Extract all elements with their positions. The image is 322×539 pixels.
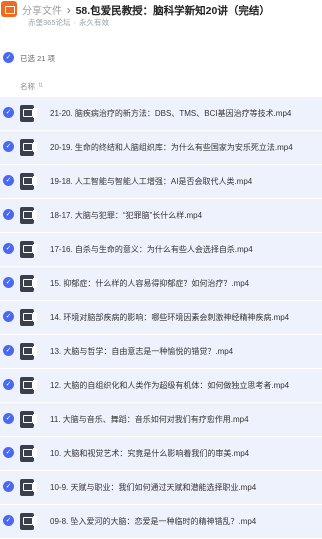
video-file-icon [20, 207, 37, 224]
selected-count: 已选 21 项 [20, 54, 56, 63]
row-checkbox-icon[interactable]: ✓ [3, 175, 14, 186]
share-meta: 赤堡365论坛 · 永久有效 [28, 17, 109, 28]
row-checkbox-icon[interactable]: ✓ [3, 311, 14, 322]
file-name[interactable]: 19-18. 人工智能与智能人工增强：AI是否会取代人类.mp4 [50, 176, 252, 187]
page-title: 58.包爱民教授：脑科学新知20讲（完结） [75, 5, 270, 17]
file-name[interactable]: 11. 大脑与音乐、舞蹈：音乐如何对我们有疗愈作用.mp4 [50, 414, 249, 425]
file-list: ✓ 21-20. 脑疾病治疗的新方法：DBS、TMS、BCI基因治疗等技术.mp… [0, 97, 322, 539]
row-checkbox-icon[interactable]: ✓ [3, 243, 14, 254]
file-row[interactable]: ✓ 20-19. 生命的终结和人脑组织库：为什么有些国家为安乐死立法.mp4 [0, 131, 322, 164]
file-name[interactable]: 12. 大脑的自组织化和人类作为超级有机体：如何做独立思考者.mp4 [50, 380, 289, 391]
file-row[interactable]: ✓ 15. 抑郁症：什么样的人容易得抑郁症？如何治疗？.mp4 [0, 267, 322, 300]
row-checkbox-icon[interactable]: ✓ [3, 515, 14, 526]
file-row[interactable]: ✓ 12. 大脑的自组织化和人类作为超级有机体：如何做独立思考者.mp4 [0, 369, 322, 402]
row-checkbox-icon[interactable]: ✓ [3, 413, 14, 424]
file-row[interactable]: ✓ 10. 大脑和视觉艺术：究竟是什么影响着我们的审美.mp4 [0, 437, 322, 470]
file-name[interactable]: 17-16. 自杀与生命的意义：为什么有些人会选择自杀.mp4 [50, 244, 253, 255]
file-row[interactable]: ✓ 17-16. 自杀与生命的意义：为什么有些人会选择自杀.mp4 [0, 233, 322, 266]
meta-dot: · [73, 18, 77, 27]
file-row[interactable]: ✓ 11. 大脑与音乐、舞蹈：音乐如何对我们有疗愈作用.mp4 [0, 403, 322, 436]
column-name-header[interactable]: 名称 [20, 81, 35, 92]
file-row[interactable]: ✓ 19-18. 人工智能与智能人工增强：AI是否会取代人类.mp4 [0, 165, 322, 198]
file-name[interactable]: 09-8. 坠入爱河的大脑：恋爱是一种临时的精神错乱？.mp4 [50, 516, 256, 527]
sort-icon[interactable]: ⇅ [38, 82, 43, 89]
breadcrumb: 分享文件 › 58.包爱民教授：脑科学新知20讲（完结） [22, 2, 270, 18]
file-row[interactable]: ✓ 10-9. 天赋与职业：我们如何通过天赋和潜能选择职业.mp4 [0, 471, 322, 504]
file-row[interactable]: ✓ 21-20. 脑疾病治疗的新方法：DBS、TMS、BCI基因治疗等技术.mp… [0, 97, 322, 130]
video-file-icon [20, 343, 37, 360]
file-row[interactable]: ✓ 13. 大脑与哲学：自由意志是一种愉悦的错觉？.mp4 [0, 335, 322, 368]
file-name[interactable]: 15. 抑郁症：什么样的人容易得抑郁症？如何治疗？.mp4 [50, 278, 249, 289]
video-file-icon [20, 445, 37, 462]
row-checkbox-icon[interactable]: ✓ [3, 209, 14, 220]
video-file-icon [20, 513, 37, 530]
row-checkbox-icon[interactable]: ✓ [3, 447, 14, 458]
file-name[interactable]: 14. 环境对脑部疾病的影响：哪些环境因素会刺激神经精神疾病.mp4 [50, 312, 289, 323]
app-logo-icon[interactable] [1, 1, 17, 17]
video-file-icon [20, 377, 37, 394]
share-validity: 永久有效 [79, 18, 110, 27]
file-name[interactable]: 10. 大脑和视觉艺术：究竟是什么影响着我们的审美.mp4 [50, 448, 249, 459]
video-file-icon [20, 241, 37, 258]
row-checkbox-icon[interactable]: ✓ [3, 481, 14, 492]
file-name[interactable]: 10-9. 天赋与职业：我们如何通过天赋和潜能选择职业.mp4 [50, 482, 256, 493]
video-file-icon [20, 173, 37, 190]
row-checkbox-icon[interactable]: ✓ [3, 141, 14, 152]
column-header: 名称 ⇅ [0, 78, 322, 94]
selection-bar: ✓ 已选 21 项 [0, 50, 322, 66]
file-name[interactable]: 18-17. 大脑与犯罪：“犯罪脑”长什么样.mp4 [50, 210, 202, 221]
video-file-icon [20, 479, 37, 496]
select-all-checkbox-icon[interactable]: ✓ [3, 52, 14, 63]
video-file-icon [20, 105, 37, 122]
file-row[interactable]: ✓ 09-8. 坠入爱河的大脑：恋爱是一种临时的精神错乱？.mp4 [0, 505, 322, 538]
file-row[interactable]: ✓ 14. 环境对脑部疾病的影响：哪些环境因素会刺激神经精神疾病.mp4 [0, 301, 322, 334]
row-checkbox-icon[interactable]: ✓ [3, 107, 14, 118]
file-name[interactable]: 13. 大脑与哲学：自由意志是一种愉悦的错觉？.mp4 [50, 346, 233, 357]
video-file-icon [20, 309, 37, 326]
video-file-icon [20, 275, 37, 292]
breadcrumb-share-link[interactable]: 分享文件 [22, 6, 62, 17]
header: 分享文件 › 58.包爱民教授：脑科学新知20讲（完结） 赤堡365论坛 · 永久有… [0, 0, 322, 40]
breadcrumb-separator: › [66, 3, 71, 17]
file-row[interactable]: ✓ 18-17. 大脑与犯罪：“犯罪脑”长什么样.mp4 [0, 199, 322, 232]
row-checkbox-icon[interactable]: ✓ [3, 277, 14, 288]
video-file-icon [20, 139, 37, 156]
row-checkbox-icon[interactable]: ✓ [3, 379, 14, 390]
file-name[interactable]: 20-19. 生命的终结和人脑组织库：为什么有些国家为安乐死立法.mp4 [50, 142, 293, 153]
file-name[interactable]: 21-20. 脑疾病治疗的新方法：DBS、TMS、BCI基因治疗等技术.mp4 [50, 108, 291, 119]
row-checkbox-icon[interactable]: ✓ [3, 345, 14, 356]
share-source: 赤堡365论坛 [28, 18, 71, 27]
video-file-icon [20, 411, 37, 428]
